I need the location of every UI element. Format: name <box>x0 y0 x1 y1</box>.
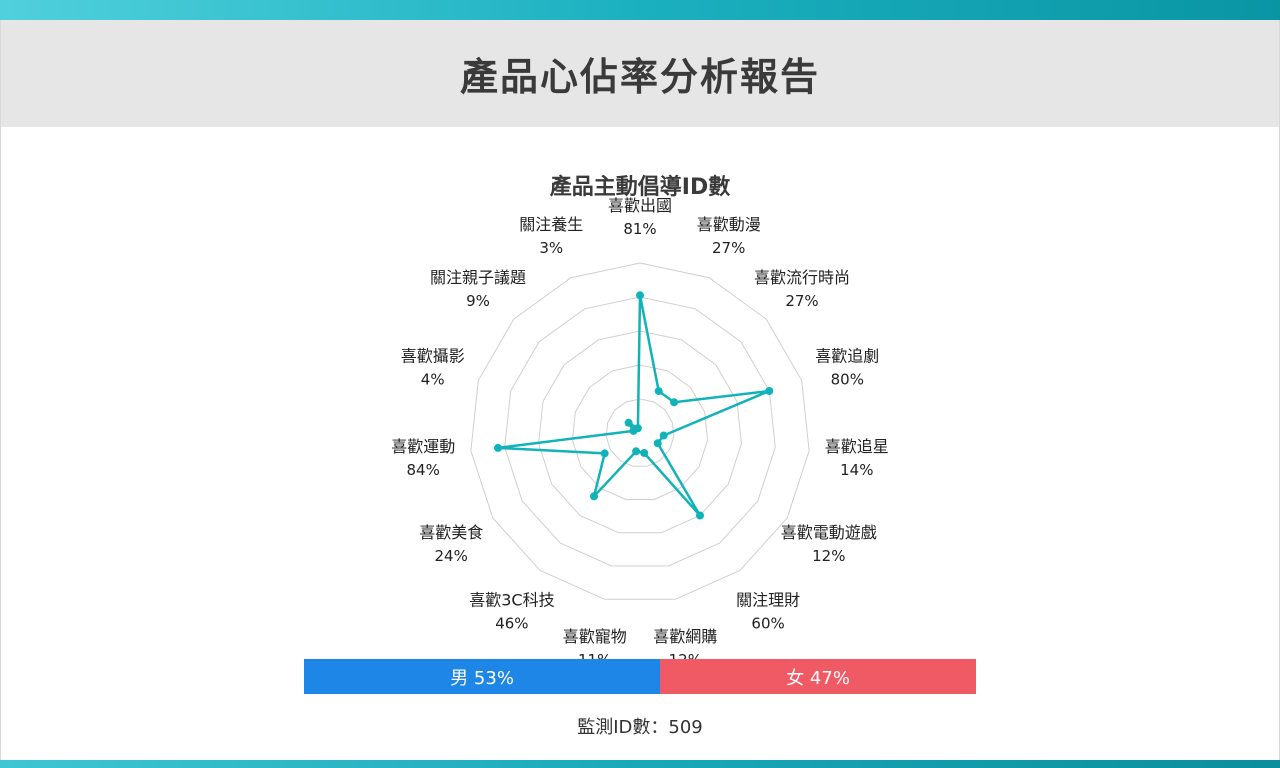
data-point <box>494 443 502 452</box>
value-label: 81% <box>623 220 656 238</box>
category-label: 關注親子議題 <box>430 268 526 287</box>
value-label: 27% <box>785 292 818 310</box>
data-point <box>633 424 642 433</box>
data-point <box>590 492 598 501</box>
male-segment: 男 53% <box>304 659 661 694</box>
value-label: 46% <box>495 614 528 632</box>
category-label: 喜歡追星 <box>825 437 889 456</box>
category-label: 喜歡運動 <box>391 437 455 456</box>
value-label: 24% <box>435 547 468 565</box>
data-point <box>653 439 662 448</box>
data-point <box>600 449 609 458</box>
data-point <box>632 447 641 456</box>
data-point <box>696 511 704 520</box>
grid-ring <box>571 364 709 500</box>
value-label: 14% <box>840 461 873 479</box>
category-label: 喜歡網購 <box>653 627 717 646</box>
data-point <box>636 291 644 300</box>
data-point <box>659 431 668 440</box>
category-label: 喜歡動漫 <box>697 215 761 234</box>
value-label: 9% <box>466 292 490 310</box>
bottom-accent-strip <box>0 760 1280 768</box>
female-segment: 女 47% <box>660 659 976 694</box>
data-point <box>624 418 633 427</box>
value-label: 80% <box>831 371 864 389</box>
data-point <box>765 387 774 395</box>
category-label: 喜歡寵物 <box>563 627 627 646</box>
category-label: 喜歡3C科技 <box>469 590 554 609</box>
data-point <box>640 449 649 457</box>
category-label: 喜歡攝影 <box>401 347 465 366</box>
monitor-count: 監測ID數：509 <box>577 717 703 738</box>
radar-series <box>494 291 774 520</box>
radar-chart: 產品主動倡導ID數 喜歡出國81% 喜歡動漫27%喜歡流行時尚27%喜歡追劇80%… <box>391 174 889 669</box>
radar-labels: 喜歡出國 81% 喜歡動漫 27% 喜歡流行時尚 27% 喜歡追劇 80% 喜歡追星 14% 喜歡電… <box>391 196 889 669</box>
category-label: 關注理財 <box>736 590 800 609</box>
value-label: 4% <box>421 371 445 389</box>
gender-split-bar: 男 53% 女 47% <box>304 659 976 694</box>
data-point <box>670 398 679 407</box>
data-point <box>654 387 663 396</box>
value-label: 3% <box>539 239 563 257</box>
value-label: 60% <box>751 614 784 632</box>
category-label: 喜歡電動遊戲 <box>781 523 877 542</box>
value-label: 27% <box>712 239 745 257</box>
category-label: 關注養生 <box>519 215 583 234</box>
category-label: 喜歡追劇 <box>815 347 879 366</box>
value-label: 84% <box>407 461 440 479</box>
category-label: 喜歡流行時尚 <box>754 268 850 287</box>
category-label: 喜歡出國 <box>608 196 672 215</box>
value-label: 12% <box>812 547 845 565</box>
category-label: 喜歡美食 <box>419 523 483 542</box>
